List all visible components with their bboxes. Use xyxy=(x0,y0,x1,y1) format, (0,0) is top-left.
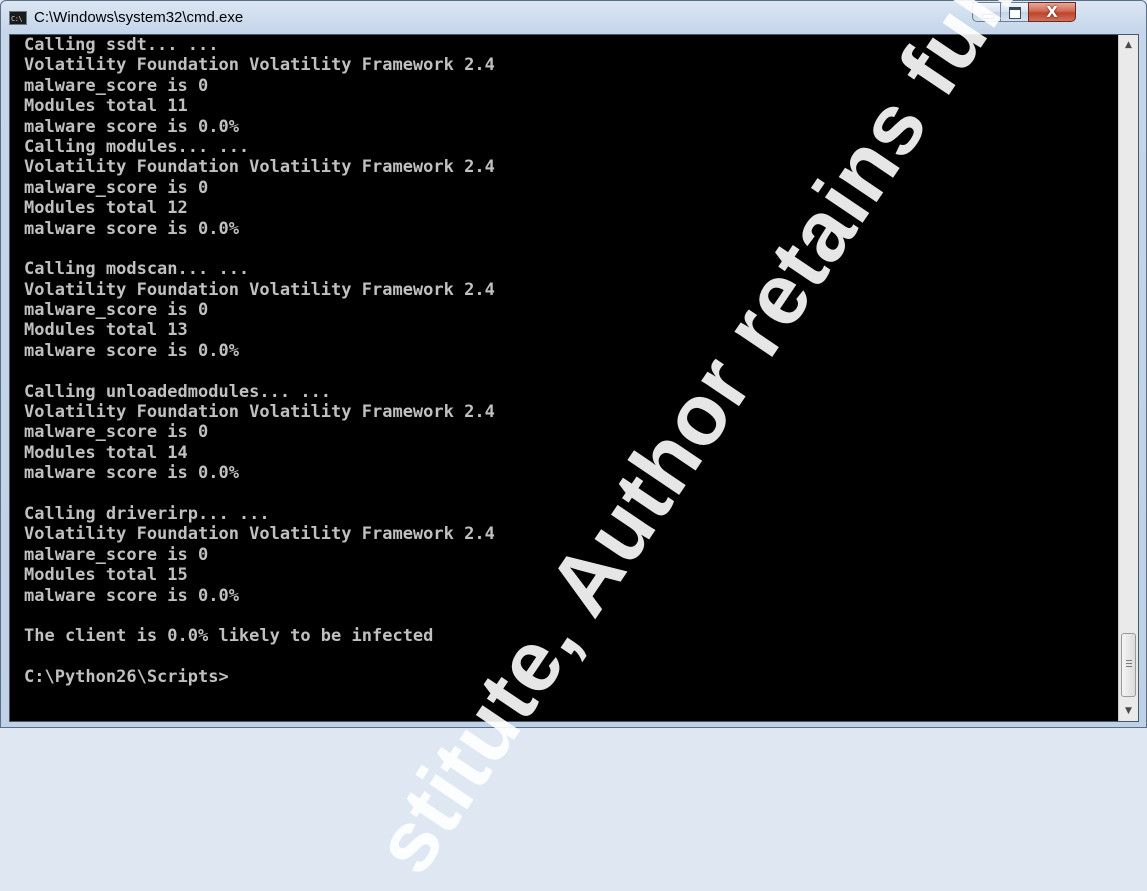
console-line: Volatility Foundation Volatility Framewo… xyxy=(24,402,495,423)
grip-line xyxy=(1126,660,1132,661)
console-line: The client is 0.0% likely to be infected xyxy=(24,626,434,647)
scroll-thumb[interactable] xyxy=(1121,633,1136,697)
console-area[interactable]: Calling ssdt... ... Volatility Foundation… xyxy=(9,34,1139,722)
maximize-button[interactable] xyxy=(1000,2,1029,22)
minimize-icon xyxy=(982,14,994,19)
close-icon: X xyxy=(1046,3,1058,21)
grip-line xyxy=(1126,663,1132,664)
console-line: Calling unloadedmodules... ... xyxy=(24,381,332,402)
console-line: Volatility Foundation Volatility Framewo… xyxy=(24,524,495,545)
console-line: Modules total 13 xyxy=(24,320,188,341)
console-line: Volatility Foundation Volatility Framewo… xyxy=(24,157,495,178)
console-line: C:\Python26\Scripts> xyxy=(24,667,229,688)
console-line: malware score is 0.0% xyxy=(24,463,239,484)
console-line: Modules total 14 xyxy=(24,442,188,463)
window-title: C:\Windows\system32\cmd.exe xyxy=(34,9,244,26)
console-line: malware_score is 0 xyxy=(24,544,209,565)
console-line: Calling modscan... ... xyxy=(24,259,250,280)
console-line: malware score is 0.0% xyxy=(24,340,239,361)
maximize-icon xyxy=(1009,7,1021,19)
grip-line xyxy=(1126,666,1132,667)
console-line: Modules total 11 xyxy=(24,96,188,117)
console-line: malware score is 0.0% xyxy=(24,116,239,137)
console-output: Calling ssdt... ... Volatility Foundation… xyxy=(24,35,1114,721)
console-line: malware_score is 0 xyxy=(24,75,209,96)
console-line: Modules total 15 xyxy=(24,565,188,586)
console-line: malware_score is 0 xyxy=(24,177,209,198)
console-line: Volatility Foundation Volatility Framewo… xyxy=(24,279,495,300)
console-line: Calling ssdt... ... xyxy=(24,35,219,55)
scroll-up-arrow-icon[interactable]: ▲ xyxy=(1119,35,1138,55)
cmd-app-icon[interactable]: C:\ xyxy=(9,11,27,25)
minimize-button[interactable] xyxy=(972,2,1001,22)
scroll-down-arrow-icon[interactable]: ▼ xyxy=(1119,701,1138,721)
close-button[interactable]: X xyxy=(1028,2,1076,22)
title-bar[interactable]: C:\ C:\Windows\system32\cmd.exe X xyxy=(1,1,1146,35)
vertical-scrollbar[interactable]: ▲ ▼ xyxy=(1118,35,1138,721)
console-line: Modules total 12 xyxy=(24,198,188,219)
console-line: malware_score is 0 xyxy=(24,422,209,443)
cmd-window: C:\ C:\Windows\system32\cmd.exe X Callin… xyxy=(0,0,1147,728)
console-line: malware score is 0.0% xyxy=(24,218,239,239)
console-line: malware_score is 0 xyxy=(24,300,209,321)
console-line: Volatility Foundation Volatility Framewo… xyxy=(24,55,495,76)
console-line: Calling driverirp... ... xyxy=(24,503,270,524)
console-line: malware score is 0.0% xyxy=(24,585,239,606)
console-line: Calling modules... ... xyxy=(24,136,250,157)
